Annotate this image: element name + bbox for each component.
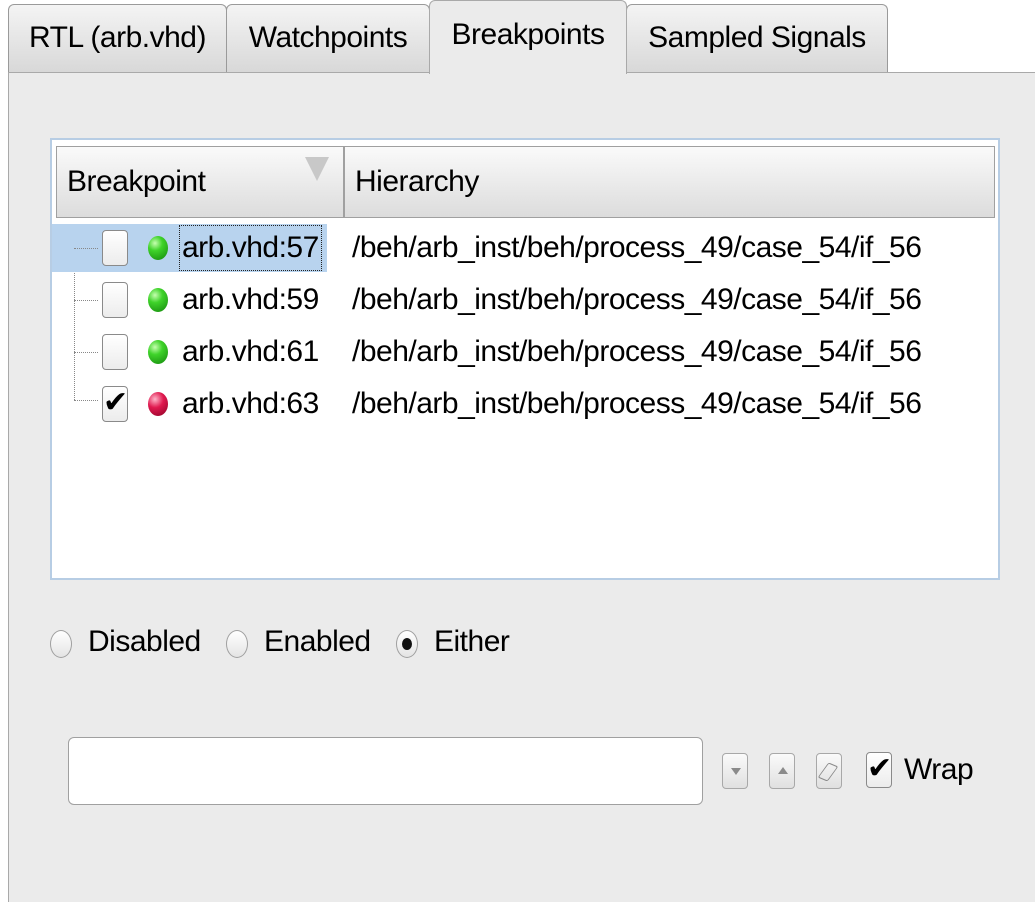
column-header-breakpoint[interactable]: Breakpoint <box>56 146 344 218</box>
filter-disabled-radio[interactable] <box>50 630 72 658</box>
breakpoint-location: arb.vhd:59 <box>182 283 319 316</box>
tab-rtl-label: RTL (arb.vhd) <box>29 21 206 54</box>
clear-search-button[interactable] <box>816 753 842 789</box>
tab-sampled-signals[interactable]: Sampled Signals <box>626 4 888 72</box>
breakpoint-status-disabled-icon <box>148 392 168 416</box>
breakpoint-enable-checkbox[interactable] <box>102 334 128 370</box>
breakpoint-enable-checkbox[interactable] <box>102 282 128 318</box>
breakpoints-table[interactable]: Breakpoint Hierarchy arb.vhd:57 /beh/arb… <box>50 138 1000 580</box>
breakpoint-location: arb.vhd:57 <box>179 225 322 271</box>
table-row[interactable]: arb.vhd:61 /beh/arb_inst/beh/process_49/… <box>52 326 998 378</box>
wrap-checkbox[interactable]: ✔ <box>866 752 892 788</box>
column-header-hierarchy[interactable]: Hierarchy <box>344 146 995 218</box>
breakpoint-status-enabled-icon <box>148 236 168 260</box>
find-next-button[interactable] <box>722 753 748 789</box>
table-row[interactable]: arb.vhd:59 /beh/arb_inst/beh/process_49/… <box>52 274 998 326</box>
tree-connector <box>74 352 98 353</box>
column-header-breakpoint-label: Breakpoint <box>67 165 206 198</box>
tab-sampled-signals-label: Sampled Signals <box>648 21 866 54</box>
eraser-icon <box>817 762 839 782</box>
breakpoint-hierarchy: /beh/arb_inst/beh/process_49/case_54/if_… <box>352 283 922 316</box>
breakpoint-status-enabled-icon <box>148 288 168 312</box>
breakpoint-enable-checkbox[interactable]: ✔ <box>102 386 128 422</box>
triangle-down-icon <box>731 768 741 775</box>
sort-arrow-icon <box>305 157 329 181</box>
tree-connector <box>74 400 98 401</box>
wrap-label[interactable]: Wrap <box>904 750 974 790</box>
filter-enabled-label[interactable]: Enabled <box>264 622 371 662</box>
tab-breakpoints-label: Breakpoints <box>451 18 605 51</box>
tab-watchpoints-label: Watchpoints <box>248 21 408 54</box>
breakpoint-location: arb.vhd:61 <box>182 335 319 368</box>
filter-disabled-label[interactable]: Disabled <box>88 622 201 662</box>
tab-breakpoints[interactable]: Breakpoints <box>429 0 627 74</box>
column-header-hierarchy-label: Hierarchy <box>355 165 479 198</box>
breakpoint-hierarchy: /beh/arb_inst/beh/process_49/case_54/if_… <box>352 387 922 420</box>
checkmark-icon: ✔ <box>867 752 893 785</box>
filter-either-radio[interactable] <box>396 630 418 658</box>
filter-enabled-radio[interactable] <box>226 630 248 658</box>
breakpoint-status-enabled-icon <box>148 340 168 364</box>
breakpoint-hierarchy: /beh/arb_inst/beh/process_49/case_54/if_… <box>352 335 922 368</box>
checkmark-icon: ✔ <box>103 386 129 419</box>
tab-rtl[interactable]: RTL (arb.vhd) <box>8 4 227 72</box>
breakpoint-hierarchy: /beh/arb_inst/beh/process_49/case_54/if_… <box>352 231 922 264</box>
tab-watchpoints[interactable]: Watchpoints <box>226 4 430 72</box>
table-row[interactable]: arb.vhd:57 /beh/arb_inst/beh/process_49/… <box>52 222 998 274</box>
triangle-up-icon <box>778 767 788 774</box>
filter-either-label[interactable]: Either <box>434 622 510 662</box>
breakpoint-enable-checkbox[interactable] <box>102 230 128 266</box>
search-input[interactable] <box>68 737 703 805</box>
breakpoint-location: arb.vhd:63 <box>182 387 319 420</box>
find-previous-button[interactable] <box>769 753 795 789</box>
table-row[interactable]: ✔ arb.vhd:63 /beh/arb_inst/beh/process_4… <box>52 378 998 430</box>
tree-connector <box>74 300 98 301</box>
tree-connector <box>74 248 98 249</box>
